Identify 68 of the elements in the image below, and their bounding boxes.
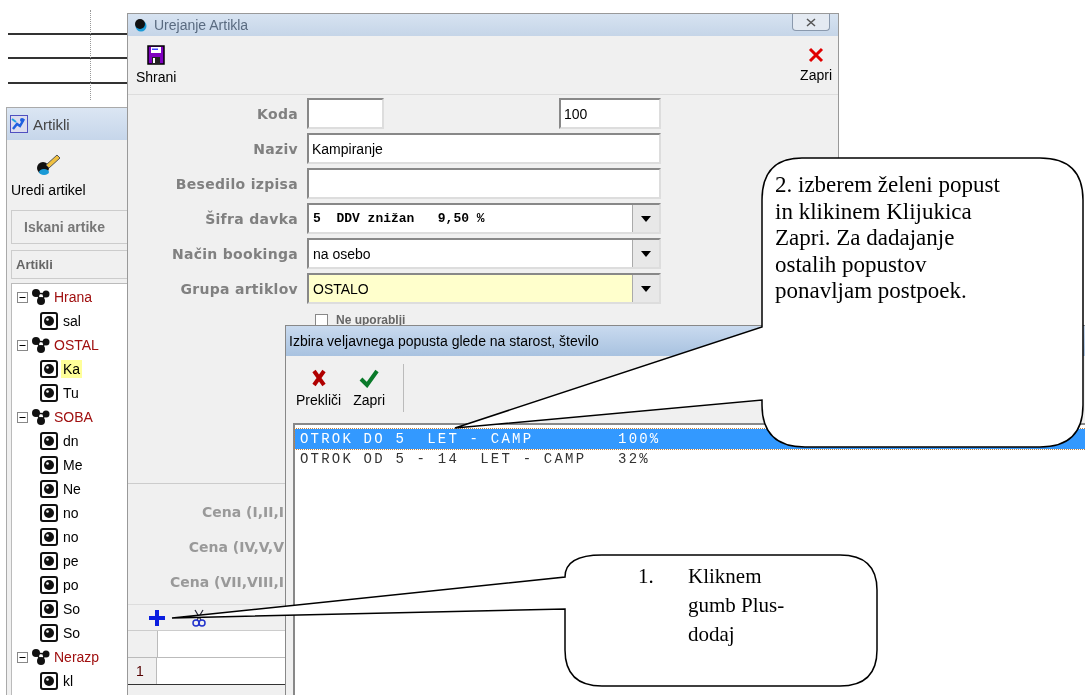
tree-item[interactable]: Tu <box>61 384 81 402</box>
group-label[interactable]: Hrana <box>54 289 93 305</box>
add-button[interactable] <box>148 608 166 627</box>
field-label: Grupa artiklov <box>179 280 299 297</box>
check-icon <box>359 367 380 388</box>
field-label: Način bookinga <box>170 245 299 262</box>
input-field[interactable]: Kampiranje <box>307 133 661 164</box>
field-label: Šifra davka <box>204 210 299 227</box>
caret-icon <box>641 285 651 292</box>
dropdown[interactable]: na osebo <box>307 238 661 269</box>
group-label[interactable]: OSTAL <box>54 337 99 353</box>
expander-icon[interactable] <box>17 651 28 663</box>
expander-icon[interactable] <box>17 291 28 303</box>
field-label: Cena (IV,V,V <box>187 538 284 555</box>
caret-icon <box>641 215 651 222</box>
group-label[interactable]: Nerazp <box>54 649 100 665</box>
callout-text: Kliknem gumb Plus- dodaj <box>688 563 785 648</box>
window-icon <box>134 18 148 32</box>
tree-item[interactable]: kl <box>61 672 76 690</box>
tree-item[interactable]: no <box>61 504 81 522</box>
group-label[interactable]: SOBA <box>54 409 93 425</box>
dropdown[interactable]: 5 DDV znižan 9,50 % <box>307 203 661 234</box>
confirm-button[interactable]: Zapri <box>353 367 386 408</box>
input-field[interactable] <box>307 98 384 129</box>
tree-item[interactable]: So <box>61 600 83 618</box>
expander-icon[interactable] <box>17 339 28 351</box>
caret-icon <box>641 250 651 257</box>
save-button[interactable]: Shrani <box>136 36 177 94</box>
cluster-icon <box>31 408 51 426</box>
cut-button[interactable] <box>192 608 206 627</box>
tree-item[interactable]: dn <box>61 432 81 450</box>
expander-icon[interactable] <box>17 411 28 423</box>
input-field[interactable]: 100 <box>559 98 661 129</box>
list-number: 1. <box>638 563 654 590</box>
tree-item[interactable]: sal <box>61 312 83 330</box>
edit-button[interactable]: Uredi artikel <box>7 140 86 206</box>
cancel-button[interactable]: Prekliči <box>296 367 342 408</box>
plus-icon <box>148 608 166 627</box>
app-icon <box>10 115 28 133</box>
cluster-icon <box>31 288 51 306</box>
tree-item[interactable]: Ne <box>61 480 83 498</box>
cluster-icon <box>31 336 51 354</box>
close-button[interactable] <box>792 14 830 31</box>
window-title: Artikli <box>33 115 70 133</box>
tree-item[interactable]: no <box>61 528 81 546</box>
input-field[interactable] <box>307 168 661 199</box>
close-button[interactable]: Zapri <box>800 36 832 94</box>
field-label: Naziv <box>252 140 299 157</box>
tree-item[interactable]: Ka <box>61 360 83 378</box>
save-icon <box>147 45 166 65</box>
scissors-icon <box>192 608 206 627</box>
checkbox-label: Ne uporablji <box>336 313 406 327</box>
close-icon <box>806 17 816 27</box>
close-icon <box>808 47 825 63</box>
field-label: Besedilo izpisa <box>174 175 299 192</box>
tree-item[interactable]: Me <box>61 456 85 474</box>
dropdown[interactable]: OSTALO <box>307 273 661 304</box>
tree-item[interactable]: po <box>61 576 81 594</box>
cluster-icon <box>31 648 51 666</box>
window-title: Urejanje Artikla <box>154 17 249 33</box>
field-label: Cena (I,II,I <box>201 503 284 520</box>
tree-item[interactable]: pe <box>61 552 81 570</box>
field-label: Koda <box>256 105 299 122</box>
tree-item[interactable]: So <box>61 624 83 642</box>
pencil-icon <box>35 152 62 176</box>
callout-text: 2. izberem želeni popust in klikinem Klijukica Zapri. Za dadajanje ostalih popustov ponavljam postpoek. <box>775 172 1000 305</box>
field-label: Cena (VII,VIII,I <box>168 573 284 590</box>
list-item[interactable]: OTROK OD 5 - 14 LET - CAMP 32% <box>295 449 1085 469</box>
